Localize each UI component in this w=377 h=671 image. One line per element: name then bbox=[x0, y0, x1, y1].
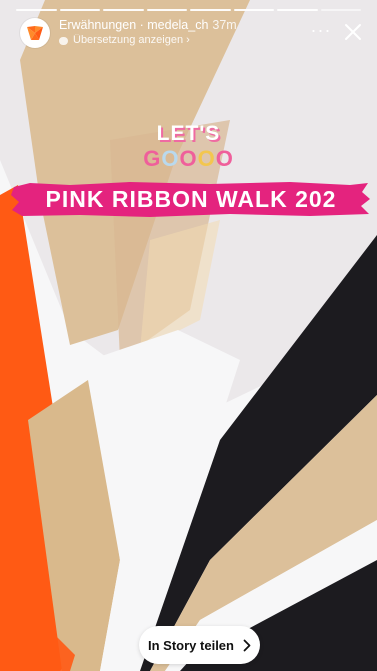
lets-text: LET'S bbox=[156, 122, 221, 145]
translate-icon bbox=[59, 36, 68, 45]
story-time: 37m bbox=[212, 18, 237, 32]
chevron-right-icon bbox=[243, 639, 251, 652]
story-meta: Erwähnungen · medela_ch 37m Übersetzung a… bbox=[59, 18, 309, 47]
go-letter: O bbox=[161, 146, 180, 171]
story-background bbox=[0, 0, 377, 671]
medela-logo-icon bbox=[27, 26, 43, 40]
story-viewer[interactable]: Erwähnungen · medela_ch 37m Übersetzung a… bbox=[0, 0, 377, 671]
progress-segment bbox=[190, 9, 231, 11]
share-to-story-button[interactable]: In Story teilen bbox=[139, 626, 260, 664]
share-button-label: In Story teilen bbox=[148, 637, 234, 653]
progress-segment bbox=[146, 9, 187, 11]
more-icon: ··· bbox=[310, 20, 332, 40]
pink-ribbon-banner: PINK RIBBON WALK 202 bbox=[10, 180, 372, 218]
progress-segment bbox=[277, 9, 318, 11]
progress-segment bbox=[320, 9, 361, 11]
progress-segment bbox=[16, 9, 57, 11]
close-icon bbox=[345, 24, 361, 40]
chevron-right-icon: › bbox=[186, 34, 190, 47]
story-source-label: Erwähnungen · medela_ch bbox=[59, 18, 209, 32]
go-letter: G bbox=[143, 146, 162, 171]
story-progress-bar bbox=[16, 9, 361, 11]
go-text: GOOOO bbox=[0, 148, 377, 170]
translate-label: Übersetzung anzeigen bbox=[73, 34, 184, 47]
progress-segment bbox=[103, 9, 144, 11]
story-source-line[interactable]: Erwähnungen · medela_ch 37m bbox=[59, 18, 309, 32]
go-letter: O bbox=[197, 146, 216, 171]
translate-link[interactable]: Übersetzung anzeigen › bbox=[59, 34, 309, 47]
more-button[interactable]: ··· bbox=[309, 16, 333, 44]
story-header: Erwähnungen · medela_ch 37m Übersetzung a… bbox=[20, 18, 369, 54]
close-button[interactable] bbox=[341, 18, 365, 46]
lets-go-sticker: LET'S GOOOO bbox=[0, 123, 377, 170]
banner-text: PINK RIBBON WALK 202 bbox=[45, 185, 337, 212]
go-letter: O bbox=[179, 146, 198, 171]
avatar[interactable] bbox=[20, 18, 50, 48]
go-letter: O bbox=[215, 146, 234, 171]
progress-segment bbox=[233, 9, 274, 11]
progress-segment bbox=[59, 9, 100, 11]
